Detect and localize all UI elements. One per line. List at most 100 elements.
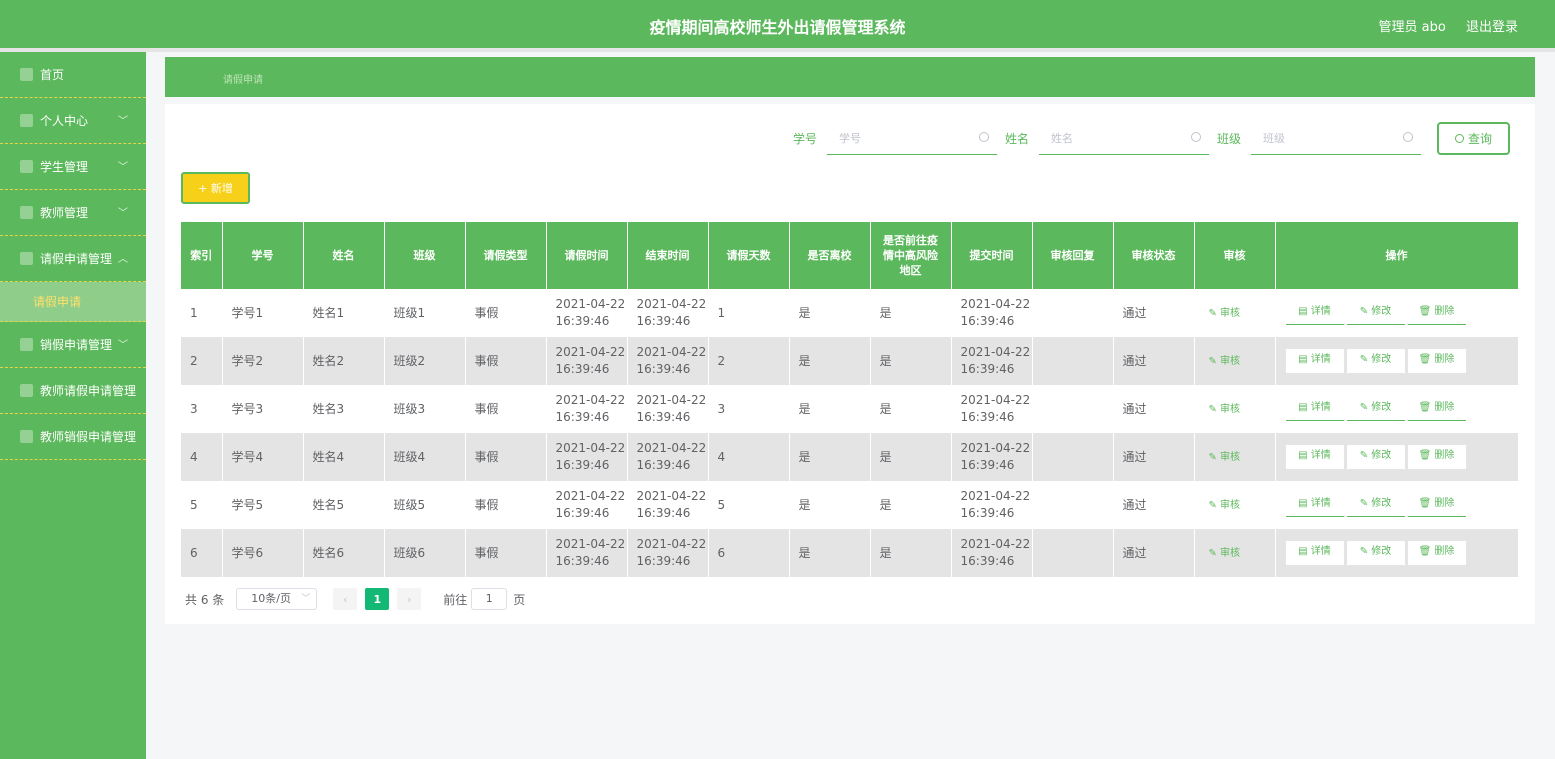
- edit-button[interactable]: ✎ 修改: [1346, 349, 1405, 373]
- cell-audit: ✎ 审核: [1194, 529, 1276, 577]
- cell-leave-type: 事假: [465, 385, 547, 433]
- table-row: 6 学号6 姓名6 班级6 事假 2021-04-22 16:39:46 2021-04-22…: [181, 529, 1519, 577]
- name-input[interactable]: [1038, 131, 1179, 145]
- add-button[interactable]: + 新增: [181, 172, 250, 204]
- cell-audit: ✎ 审核: [1194, 337, 1276, 385]
- cell-leave-school: 是: [789, 289, 871, 337]
- cell-name: 姓名6: [303, 529, 385, 577]
- edit-button[interactable]: ✎ 修改: [1346, 445, 1405, 469]
- detail-button[interactable]: ▤ 详情: [1285, 397, 1344, 421]
- cell-student-no: 学号5: [222, 481, 304, 529]
- cell-days: 1: [708, 289, 790, 337]
- delete-button[interactable]: 🗑 删除: [1407, 493, 1466, 517]
- col-header: 请假天数: [708, 222, 790, 289]
- sidebar-item-label: 个人中心: [40, 114, 89, 128]
- cell-status: 通过: [1113, 529, 1195, 577]
- sidebar-item-home[interactable]: 首页: [0, 52, 146, 98]
- home-icon: [20, 68, 33, 81]
- cell-name: 姓名5: [303, 481, 385, 529]
- cell-days: 6: [708, 529, 790, 577]
- next-page-button[interactable]: ›: [397, 588, 422, 610]
- time-part: 16:39:46: [555, 458, 610, 472]
- detail-button[interactable]: ▤ 详情: [1285, 541, 1344, 565]
- cell-days: 4: [708, 433, 790, 481]
- date-part: 2021-04-22: [636, 537, 707, 551]
- app-title: 疫情期间高校师生外出请假管理系统: [649, 18, 906, 37]
- sidebar-item-teacher-leave[interactable]: 教师请假申请管理: [0, 368, 146, 414]
- delete-button[interactable]: 🗑 删除: [1407, 445, 1466, 469]
- search-label-class: 班级: [1216, 132, 1241, 146]
- cell-actions: ▤ 详情 ✎ 修改 🗑 删除: [1275, 481, 1519, 529]
- cell-submit-time: 2021-04-22 16:39:46: [951, 289, 1033, 337]
- cell-class: 班级4: [384, 433, 466, 481]
- detail-button[interactable]: ▤ 详情: [1285, 301, 1344, 325]
- col-header: 审核回复: [1032, 222, 1114, 289]
- cell-days: 2: [708, 337, 790, 385]
- audit-link[interactable]: ✎ 审核: [1209, 308, 1241, 319]
- cell-index: 5: [181, 481, 223, 529]
- audit-link[interactable]: ✎ 审核: [1209, 500, 1241, 511]
- time-part: 16:39:46: [960, 362, 1015, 376]
- student-no-input[interactable]: [826, 131, 967, 145]
- edit-button[interactable]: ✎ 修改: [1346, 397, 1405, 421]
- detail-button[interactable]: ▤ 详情: [1285, 445, 1344, 469]
- time-part: 16:39:46: [960, 410, 1015, 424]
- cell-reply: [1032, 433, 1114, 481]
- cell-name: 姓名2: [303, 337, 385, 385]
- time-part: 16:39:46: [960, 554, 1015, 568]
- cell-submit-time: 2021-04-22 16:39:46: [951, 433, 1033, 481]
- cell-student-no: 学号4: [222, 433, 304, 481]
- time-part: 16:39:46: [555, 362, 610, 376]
- page-size-select[interactable]: 10条/页 ﹀: [236, 588, 318, 610]
- query-button[interactable]: 查询: [1437, 122, 1510, 155]
- search-label-name: 姓名: [1004, 132, 1029, 146]
- time-part: 16:39:46: [960, 458, 1015, 472]
- cell-actions: ▤ 详情 ✎ 修改 🗑 删除: [1275, 385, 1519, 433]
- audit-link[interactable]: ✎ 审核: [1209, 452, 1241, 463]
- detail-button[interactable]: ▤ 详情: [1285, 493, 1344, 517]
- breadcrumb-current[interactable]: 请假申请: [223, 71, 263, 86]
- user-area: 管理员 abo 退出登录: [1363, 16, 1518, 35]
- date-part: 2021-04-22: [960, 489, 1031, 503]
- time-part: 16:39:46: [636, 458, 691, 472]
- table-row: 3 学号3 姓名3 班级3 事假 2021-04-22 16:39:46 2021-04-22…: [181, 385, 1519, 433]
- goto-page-input[interactable]: 1: [471, 588, 508, 610]
- col-header: 提交时间: [951, 222, 1033, 289]
- edit-button[interactable]: ✎ 修改: [1346, 301, 1405, 325]
- sidebar-item-return-mgmt[interactable]: 销假申请管理 ﹀: [0, 322, 146, 368]
- sidebar-item-student-mgmt[interactable]: 学生管理 ﹀: [0, 144, 146, 190]
- goto-label: 前往: [443, 592, 468, 607]
- cell-risk-area: 是: [870, 481, 952, 529]
- user-icon: [20, 114, 33, 127]
- sidebar-item-label: 教师请假申请管理: [40, 384, 137, 398]
- edit-button[interactable]: ✎ 修改: [1346, 541, 1405, 565]
- logout-link[interactable]: 退出登录: [1466, 20, 1518, 35]
- cell-index: 4: [181, 433, 223, 481]
- sidebar-subitem-leave-request[interactable]: 请假申请: [0, 282, 146, 322]
- cell-leave-type: 事假: [465, 433, 547, 481]
- delete-button[interactable]: 🗑 删除: [1407, 397, 1466, 421]
- sidebar-item-personal-center[interactable]: 个人中心 ﹀: [0, 98, 146, 144]
- audit-link[interactable]: ✎ 审核: [1209, 356, 1241, 367]
- delete-button[interactable]: 🗑 删除: [1407, 541, 1466, 565]
- delete-button[interactable]: 🗑 删除: [1407, 349, 1466, 373]
- delete-button[interactable]: 🗑 删除: [1407, 301, 1466, 325]
- student-icon: [20, 160, 33, 173]
- sidebar-item-leave-mgmt[interactable]: 请假申请管理 ︿: [0, 236, 146, 282]
- prev-page-button[interactable]: ‹: [333, 588, 358, 610]
- detail-button[interactable]: ▤ 详情: [1285, 349, 1344, 373]
- sidebar-item-teacher-return[interactable]: 教师销假申请管理: [0, 414, 146, 460]
- cell-audit: ✎ 审核: [1194, 289, 1276, 337]
- time-part: 16:39:46: [636, 506, 691, 520]
- audit-link[interactable]: ✎ 审核: [1209, 404, 1241, 415]
- class-input[interactable]: [1251, 131, 1391, 145]
- cell-days: 3: [708, 385, 790, 433]
- main-panel: 学号 姓名 班级 查询 + 新增 索引 学号: [165, 104, 1535, 624]
- audit-link[interactable]: ✎ 审核: [1209, 548, 1241, 559]
- breadcrumb: 请假申请: [165, 57, 1535, 97]
- page-number-current[interactable]: 1: [365, 588, 390, 610]
- edit-button[interactable]: ✎ 修改: [1346, 493, 1405, 517]
- cell-start-time: 2021-04-22 16:39:46: [546, 289, 628, 337]
- sidebar-item-teacher-mgmt[interactable]: 教师管理 ﹀: [0, 190, 146, 236]
- cell-student-no: 学号1: [222, 289, 304, 337]
